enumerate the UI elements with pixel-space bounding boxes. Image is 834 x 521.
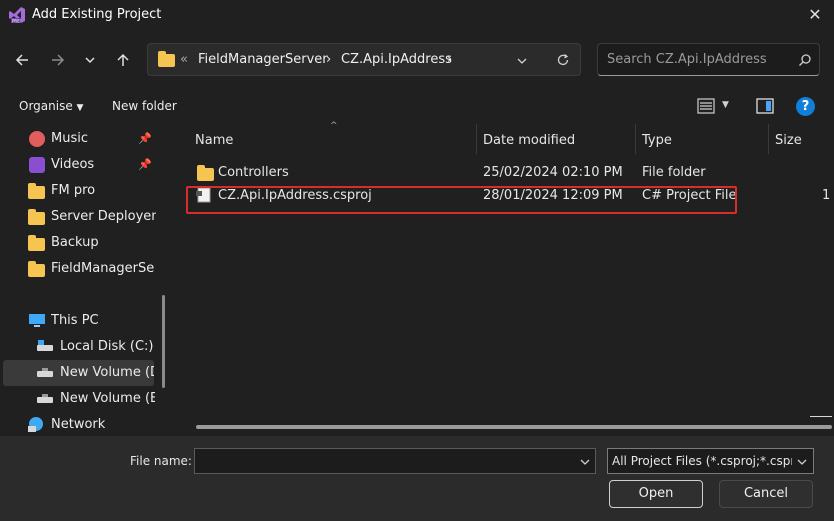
back-button[interactable] [9,47,35,73]
nav-item-network[interactable]: Network [0,412,158,436]
arrow-up-icon [117,53,129,66]
refresh-icon[interactable] [556,53,570,67]
chevron-down-icon[interactable] [516,55,528,67]
up-button[interactable] [110,47,136,73]
divider [810,416,832,417]
breadcrumb-separator-icon[interactable]: › [447,52,452,67]
organise-label: Organise [19,99,73,113]
file-type-value: All Project Files (*.csproj;*.csproj; [612,454,792,468]
open-button[interactable]: Open [609,480,703,508]
file-date: 25/02/2024 02:10 PM [483,165,623,180]
close-button[interactable]: ✕ [804,4,826,26]
navigation-scrollbar[interactable] [162,295,165,388]
pc-icon [29,314,45,327]
arrow-right-icon [52,54,65,66]
nav-item-label: Network [51,417,106,432]
sort-ascending-icon: ^ [330,121,338,131]
nav-item-label: This PC [51,313,99,328]
column-divider[interactable] [635,124,636,154]
forward-button[interactable] [45,47,71,73]
column-header-size[interactable]: Size [775,133,802,148]
folder-icon [197,165,214,181]
breadcrumb-item[interactable]: FieldManagerServer [198,52,328,67]
file-row[interactable]: Controllers 25/02/2024 02:10 PM File fol… [190,161,830,185]
selection-highlight-box [186,186,737,214]
window-title: Add Existing Project [32,7,162,22]
nav-item-label: FieldManagerServer [51,261,154,276]
chevron-down-icon[interactable] [579,456,591,468]
drive-icon [37,368,53,377]
view-options-button[interactable] [697,98,717,118]
column-header-type[interactable]: Type [642,133,672,148]
nav-item-label: FM pro [51,183,96,198]
preview-pane-button[interactable] [756,98,774,118]
arrow-left-icon [15,54,28,66]
folder-icon [28,235,45,251]
search-icon[interactable] [798,53,812,67]
nav-item-fieldmanagerserver[interactable]: FieldManagerServer [0,256,158,282]
nav-item-label: Local Disk (C:) [60,339,154,354]
folder-icon [158,51,175,67]
breadcrumb-item[interactable]: CZ.Api.IpAddress [341,52,452,67]
drive-icon [37,340,53,351]
nav-item-label: New Volume (E:) [60,391,155,406]
nav-item-label: Music [51,131,88,146]
file-name-input[interactable] [194,448,596,474]
preview-pane-icon [756,98,774,114]
column-divider[interactable] [768,124,769,154]
search-box[interactable]: Search CZ.Api.IpAddress [597,43,820,76]
music-icon [29,131,45,147]
nav-item-new-volume-e[interactable]: New Volume (E:) [0,386,158,412]
svg-text:PRE: PRE [12,19,20,24]
nav-item-music[interactable]: Music 📌 [0,126,158,152]
nav-item-this-pc[interactable]: This PC [0,308,158,334]
list-view-icon [697,98,715,114]
navigation-pane: Music 📌 Videos 📌 FM pro Server Deployeme… [0,124,170,436]
nav-item-label: Backup [51,235,99,250]
column-header-name[interactable]: Name [195,133,233,148]
network-icon [28,417,43,432]
file-name: Controllers [218,165,289,180]
file-size: 1 [822,188,831,203]
organise-menu[interactable]: Organise ▼ [19,99,83,113]
nav-item-videos[interactable]: Videos 📌 [0,152,158,178]
address-bar[interactable]: « FieldManagerServer › CZ.Api.IpAddress … [147,43,581,76]
cancel-button[interactable]: Cancel [719,480,813,508]
nav-item-label: New Volume (D:) [60,365,154,380]
breadcrumb-separator-icon[interactable]: › [326,52,331,67]
caret-down-icon[interactable]: ▼ [722,100,729,110]
horizontal-scrollbar[interactable] [196,425,832,429]
chevron-down-icon [797,459,807,465]
nav-item-server-deployement[interactable]: Server Deployement [0,204,158,230]
file-name-label: File name: [130,454,192,468]
nav-item-backup[interactable]: Backup [0,230,158,256]
recent-locations-button[interactable] [77,47,103,73]
search-input[interactable]: Search CZ.Api.IpAddress [607,52,767,67]
caret-down-icon: ▼ [76,103,84,113]
drive-icon [37,394,53,403]
pin-icon: 📌 [138,132,152,145]
folder-icon [28,209,45,225]
column-header-date-modified[interactable]: Date modified [483,133,575,148]
column-divider[interactable] [476,124,477,154]
nav-item-label: Videos [51,157,95,172]
folder-icon [28,183,45,199]
nav-item-fm-pro[interactable]: FM pro [0,178,158,204]
help-button[interactable]: ? [796,97,815,116]
nav-item-new-volume-d[interactable]: New Volume (D:) [3,360,154,386]
nav-item-label: Server Deployement [51,209,156,224]
file-type: File folder [642,165,706,180]
visual-studio-logo-icon: PRE [9,7,25,24]
pin-icon: 📌 [138,158,152,171]
videos-icon [29,157,45,173]
nav-item-local-disk[interactable]: Local Disk (C:) [0,334,158,360]
overflow-chevron-icon[interactable]: « [180,52,188,67]
new-folder-button[interactable]: New folder [112,99,177,113]
chevron-down-icon [85,57,95,64]
file-type-select[interactable]: All Project Files (*.csproj;*.csproj; [607,448,814,474]
folder-icon [28,261,45,277]
